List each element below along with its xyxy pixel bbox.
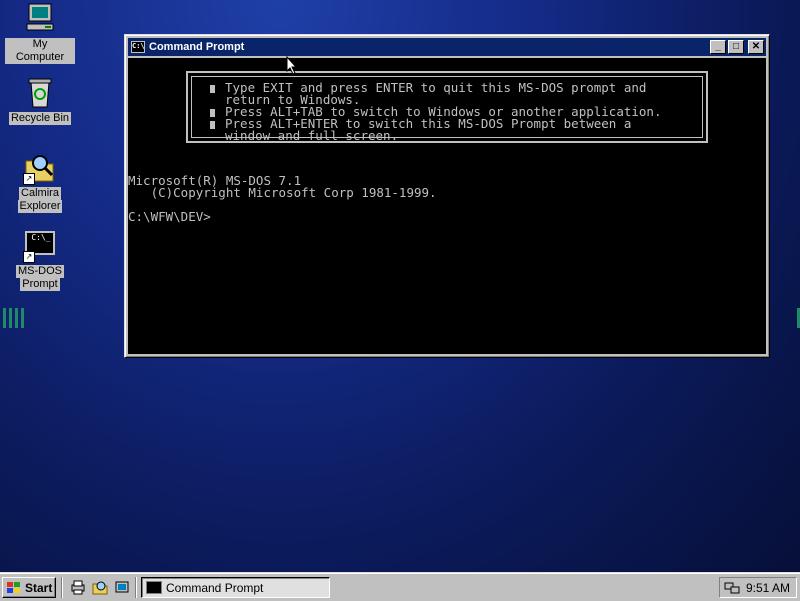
desktop-icon-msdos-prompt[interactable]: C:\_ ↗ MS-DOS Prompt [5,229,75,291]
shortcut-arrow-icon: ↗ [23,173,35,185]
shortcut-arrow-icon: ↗ [23,251,35,263]
start-label: Start [25,580,53,595]
desktop-icon-label-line1: Calmira [19,187,61,200]
desktop-icon-label-line2: Prompt [20,278,60,291]
maximize-button[interactable]: □ [728,40,744,54]
window-title: Command Prompt [149,41,245,53]
taskbar-button-command-prompt[interactable]: Command Prompt [141,577,330,598]
system-tray: 9:51 AM [719,577,797,598]
notice-bullet [210,109,215,117]
task-label: Command Prompt [166,580,264,595]
console-copyright-line: (C)Copyright Microsoft Corp 1981-1999. [128,185,437,200]
minimize-button[interactable]: _ [710,40,726,54]
console-prompt[interactable]: C:\WFW\DEV> [128,210,211,223]
msdos-task-icon [146,581,162,594]
taskbar-separator [61,577,63,598]
explorer-icon[interactable] [92,579,108,595]
network-icon[interactable] [724,581,740,595]
start-button[interactable]: Start [2,577,56,598]
desktop-icon-my-computer[interactable]: My Computer [5,2,75,64]
left-edge-marker [3,308,27,328]
console-notice-box: Type EXIT and press ENTER to quit this M… [186,71,708,143]
recycle-bin-icon [23,76,57,110]
msdos-prompt-icon: C:\_ ↗ [23,229,57,263]
desktop-icon-label: My Computer [5,38,75,64]
desktop-icon-label-line1: MS-DOS [16,265,64,278]
command-prompt-window[interactable]: C:\ Command Prompt _ □ ✕ Type EXIT and p… [124,34,770,358]
taskbar: Start Command Prompt 9:51 AM [0,572,800,601]
msdos-window-icon[interactable]: C:\ [131,41,145,53]
window-titlebar[interactable]: C:\ Command Prompt _ □ ✕ [128,38,766,56]
taskbar-separator [135,577,137,598]
notice-line: window and full screen. [225,128,399,143]
mouse-pointer-icon [286,55,298,78]
close-button[interactable]: ✕ [748,40,764,54]
desktop-icon-calmira-explorer[interactable]: ↗ Calmira Explorer [5,151,75,213]
my-computer-icon [23,2,57,36]
desktop-icon-recycle-bin[interactable]: Recycle Bin [5,76,75,125]
notice-bullet [210,85,215,93]
printer-icon[interactable] [70,579,86,595]
console-area[interactable]: Type EXIT and press ENTER to quit this M… [128,58,766,354]
folder-icon[interactable] [114,579,130,595]
desktop-icon-label: Recycle Bin [8,112,72,125]
magnifier-folder-icon: ↗ [23,151,57,185]
clock[interactable]: 9:51 AM [746,581,790,595]
notice-bullet [210,121,215,129]
windows-flag-icon [6,581,22,595]
desktop-icon-label-line2: Explorer [17,200,63,213]
